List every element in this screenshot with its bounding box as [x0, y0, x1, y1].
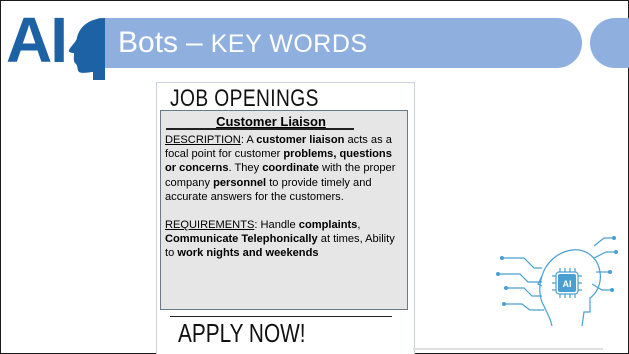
- emphasis-text: complaints: [298, 219, 358, 232]
- emphasis-text: personnel: [213, 176, 267, 189]
- slide-title-keywords: KEY WORDS: [210, 30, 368, 58]
- requirements-label: REQUIREMENTS: [165, 219, 255, 232]
- ai-logo: AI: [6, 4, 68, 76]
- slide-title-dash: –: [186, 26, 203, 59]
- body-text: : Handle: [254, 219, 299, 232]
- ai-head-profile-icon: [68, 18, 105, 80]
- slide-title: Bots – KEY WORDS: [118, 26, 368, 61]
- emphasis-text: coordinate: [262, 162, 319, 175]
- title-rule: [166, 128, 354, 130]
- apply-now-text: APPLY NOW!: [178, 318, 306, 348]
- slide: AI Bots – KEY WORDS JOB OPENINGS Customer …: [0, 0, 629, 354]
- requirements-paragraph: REQUIREMENTS: Handle complaints, Communi…: [165, 218, 405, 261]
- ai-chip-head-icon: AI: [496, 236, 618, 327]
- job-description-block: DESCRIPTION: A customer liaison acts as …: [165, 133, 405, 261]
- emphasis-text: customer liaison: [256, 134, 345, 146]
- slide-title-main: Bots: [118, 26, 179, 59]
- ai-chip-label: AI: [563, 279, 572, 289]
- description-paragraph: DESCRIPTION: A customer liaison acts as …: [165, 133, 405, 204]
- body-text: ,: [357, 219, 361, 232]
- footer-line: [413, 348, 603, 350]
- poster-heading: JOB OPENINGS: [170, 85, 319, 112]
- emphasis-text: work nights and weekends: [177, 247, 319, 260]
- apply-rule: [170, 316, 392, 317]
- job-title: Customer Liaison: [216, 114, 326, 129]
- emphasis-text: Communicate Telephonically: [165, 233, 318, 246]
- description-label: DESCRIPTION: [165, 134, 241, 146]
- body-text: : A: [240, 134, 257, 146]
- body-text: . They: [228, 162, 263, 175]
